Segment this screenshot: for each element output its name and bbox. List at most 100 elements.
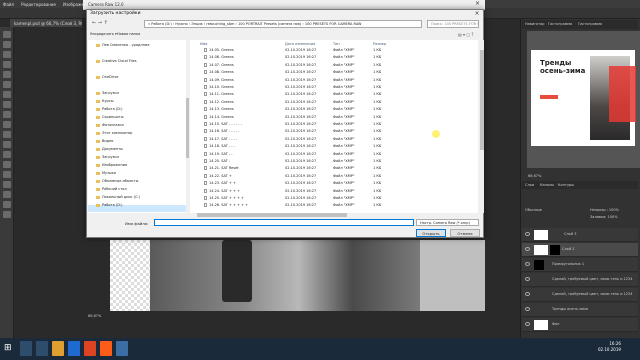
tab-histogram[interactable]: Гистограмма: [548, 22, 572, 26]
fill-field[interactable]: Заливка: 100%: [590, 215, 618, 219]
pen-tool-icon[interactable]: [3, 161, 11, 168]
tab-paths[interactable]: Контуры: [558, 183, 574, 187]
move-tool-icon[interactable]: [3, 31, 11, 38]
layer-row[interactable]: Фон: [522, 318, 638, 332]
eye-icon[interactable]: [525, 307, 530, 311]
layer-row[interactable]: Слой 3: [522, 228, 638, 242]
document-tab[interactable]: kamenpl.psd @ 66,7% (Слой 3, RGB/8): [10, 19, 82, 27]
eye-icon[interactable]: [525, 247, 530, 251]
stamp-tool-icon[interactable]: [3, 111, 11, 118]
history-brush-tool-icon[interactable]: [3, 121, 11, 128]
back-icon[interactable]: ←: [92, 20, 96, 26]
sidebar-item[interactable]: OneDrive: [96, 75, 118, 79]
file-row[interactable]: 14.05. Greens 02.10.2019 16:27 Файл "XMP" 1…: [200, 48, 480, 55]
layer-row[interactable]: Сделай, требуемый цвет, свою тень и 1234: [522, 273, 638, 287]
tab-layers[interactable]: Слои: [525, 183, 534, 187]
brush-tool-icon[interactable]: [3, 101, 11, 108]
sidebar-item[interactable]: Музыка: [96, 171, 116, 175]
file-type-select[interactable]: Настр. Camera Raw (*.xmp): [416, 219, 479, 226]
sidebar-item[interactable]: Рабочий стол: [96, 187, 127, 191]
sidebar-item[interactable]: Этот компьютер: [96, 131, 132, 135]
filename-input[interactable]: [154, 219, 414, 226]
organize-button[interactable]: Упорядочить ▾: [90, 32, 117, 36]
file-row[interactable]: 14.18. SAT - - - 02.10.2019 16:27 Файл "XM…: [200, 144, 480, 151]
cancel-button[interactable]: Отмена: [450, 229, 480, 237]
eye-icon[interactable]: [525, 292, 530, 296]
gradient-tool-icon[interactable]: [3, 141, 11, 148]
file-row[interactable]: 14.20. SAT - 02.10.2019 16:27 Файл "XMP" 1 …: [200, 159, 480, 166]
file-row[interactable]: 14.15. SAT - - - - - - 02.10.2019 16:27 Фа…: [200, 122, 480, 129]
file-row[interactable]: 14.17. SAT - - - - 02.10.2019 16:27 Файл "…: [200, 136, 480, 144]
layer-row[interactable]: Слой 2: [522, 243, 638, 257]
camera-raw-close-icon[interactable]: ×: [470, 0, 485, 9]
magic-wand-tool-icon[interactable]: [3, 61, 11, 68]
task-view-icon[interactable]: [36, 341, 48, 356]
layer-row[interactable]: Сделай, требуемый цвет, свою тень и 1234: [522, 288, 638, 302]
column-date[interactable]: Дата изменения: [285, 42, 315, 46]
eye-icon[interactable]: [525, 262, 530, 266]
crop-tool-icon[interactable]: [3, 71, 11, 78]
forward-icon[interactable]: →: [98, 20, 102, 26]
sidebar-item[interactable]: Документы: [96, 147, 123, 151]
zoom-status[interactable]: 66,67%: [88, 314, 101, 318]
address-bar[interactable]: « Работа (D:) › Нужно › Энцик › retouchi…: [144, 20, 422, 28]
sidebar-item[interactable]: Creative Cloud Files: [96, 59, 137, 63]
file-row[interactable]: 14.11. Greens 02.10.2019 16:27 Файл "XMP" 1…: [200, 92, 480, 99]
sidebar-item[interactable]: Изображения: [96, 163, 127, 167]
file-row[interactable]: 14.21. SAT Reset 02.10.2019 16:27 Файл "XM…: [200, 166, 480, 173]
file-row[interactable]: 14.14. Greens 02.10.2019 16:27 Файл "XMP" 1…: [200, 114, 480, 122]
sidebar-item[interactable]: Работа (D:): [96, 203, 122, 207]
file-list-scroll-thumb[interactable]: [480, 50, 484, 150]
file-row[interactable]: 14.10. Greens 02.10.2019 16:27 Файл "XMP" 1…: [200, 85, 480, 92]
sidebar-item[interactable]: Фотосказки: [96, 123, 124, 127]
file-row[interactable]: 14.23. SAT + + 02.10.2019 16:27 Файл "XMP"…: [200, 181, 480, 188]
view-options-icon[interactable]: ▤ ▾ ▢ ?: [458, 32, 474, 37]
navigator-zoom[interactable]: 66,67%: [528, 174, 541, 178]
file-row[interactable]: 14.07. Greens 02.10.2019 16:27 Файл "XMP" 1…: [200, 62, 480, 70]
layer-row[interactable]: Прямоугольник 1: [522, 258, 638, 272]
sidebar-item[interactable]: Загрузки: [96, 155, 119, 159]
app-icon[interactable]: [116, 341, 128, 356]
sidebar-item[interactable]: Лев Смоленко - ураднние: [96, 43, 149, 47]
search-icon[interactable]: [20, 341, 32, 356]
column-name[interactable]: Имя: [200, 42, 207, 46]
file-row[interactable]: 14.12. Greens 02.10.2019 16:27 Файл "XMP" 1…: [200, 99, 480, 107]
blend-mode-select[interactable]: Обычные: [525, 208, 542, 212]
sidebar-item[interactable]: Работа (D:): [96, 107, 122, 111]
app-icon[interactable]: [100, 341, 112, 356]
path-select-tool-icon[interactable]: [3, 181, 11, 188]
lasso-tool-icon[interactable]: [3, 51, 11, 58]
sidebar-item[interactable]: Курсы: [96, 99, 113, 103]
sidebar-item[interactable]: Видео: [96, 139, 113, 143]
up-icon[interactable]: ↑: [104, 20, 108, 26]
menu-file[interactable]: Файл: [3, 2, 14, 7]
file-row[interactable]: 14.25. SAT + + + + 02.10.2019 16:27 Файл "…: [200, 196, 480, 203]
type-tool-icon[interactable]: [3, 171, 11, 178]
sidebar-item[interactable]: Скриншоты: [96, 115, 124, 119]
file-row[interactable]: 14.24. SAT + + + 02.10.2019 16:27 Файл "XM…: [200, 188, 480, 196]
search-input[interactable]: Поиск: 100 PRESETS FOR CA...: [427, 20, 479, 28]
file-row[interactable]: 14.22. SAT + 02.10.2019 16:27 Файл "XMP" 1 …: [200, 173, 480, 181]
tab-histogram-2[interactable]: Гистограмма: [578, 22, 602, 26]
menu-edit[interactable]: Редактирование: [21, 2, 56, 7]
file-row[interactable]: 14.06. Greens 02.10.2019 16:27 Файл "XMP" 1…: [200, 55, 480, 62]
healing-tool-icon[interactable]: [3, 91, 11, 98]
sidebar-scroll-thumb[interactable]: [186, 98, 189, 158]
column-type[interactable]: Тип: [333, 42, 340, 46]
shape-tool-icon[interactable]: [3, 191, 11, 198]
tab-channels[interactable]: Каналы: [540, 183, 554, 187]
eye-icon[interactable]: [525, 322, 530, 326]
dodge-tool-icon[interactable]: [3, 151, 11, 158]
open-button[interactable]: Открыть: [416, 229, 446, 237]
sidebar-item[interactable]: Загрузки: [96, 91, 119, 95]
eyedropper-tool-icon[interactable]: [3, 81, 11, 88]
photoshop-icon[interactable]: [68, 341, 80, 356]
tab-navigator[interactable]: Навигатор: [525, 22, 545, 26]
eye-icon[interactable]: [525, 232, 530, 236]
dialog-close-icon[interactable]: ×: [472, 10, 482, 18]
clock[interactable]: 16:26 02.10.2019: [598, 341, 621, 353]
column-size[interactable]: Размер: [373, 42, 386, 46]
marquee-tool-icon[interactable]: [3, 41, 11, 48]
sidebar-item[interactable]: Локальный диск (C:): [96, 195, 140, 199]
file-row[interactable]: 14.19. SAT - - 02.10.2019 16:27 Файл "XMP"…: [200, 151, 480, 159]
